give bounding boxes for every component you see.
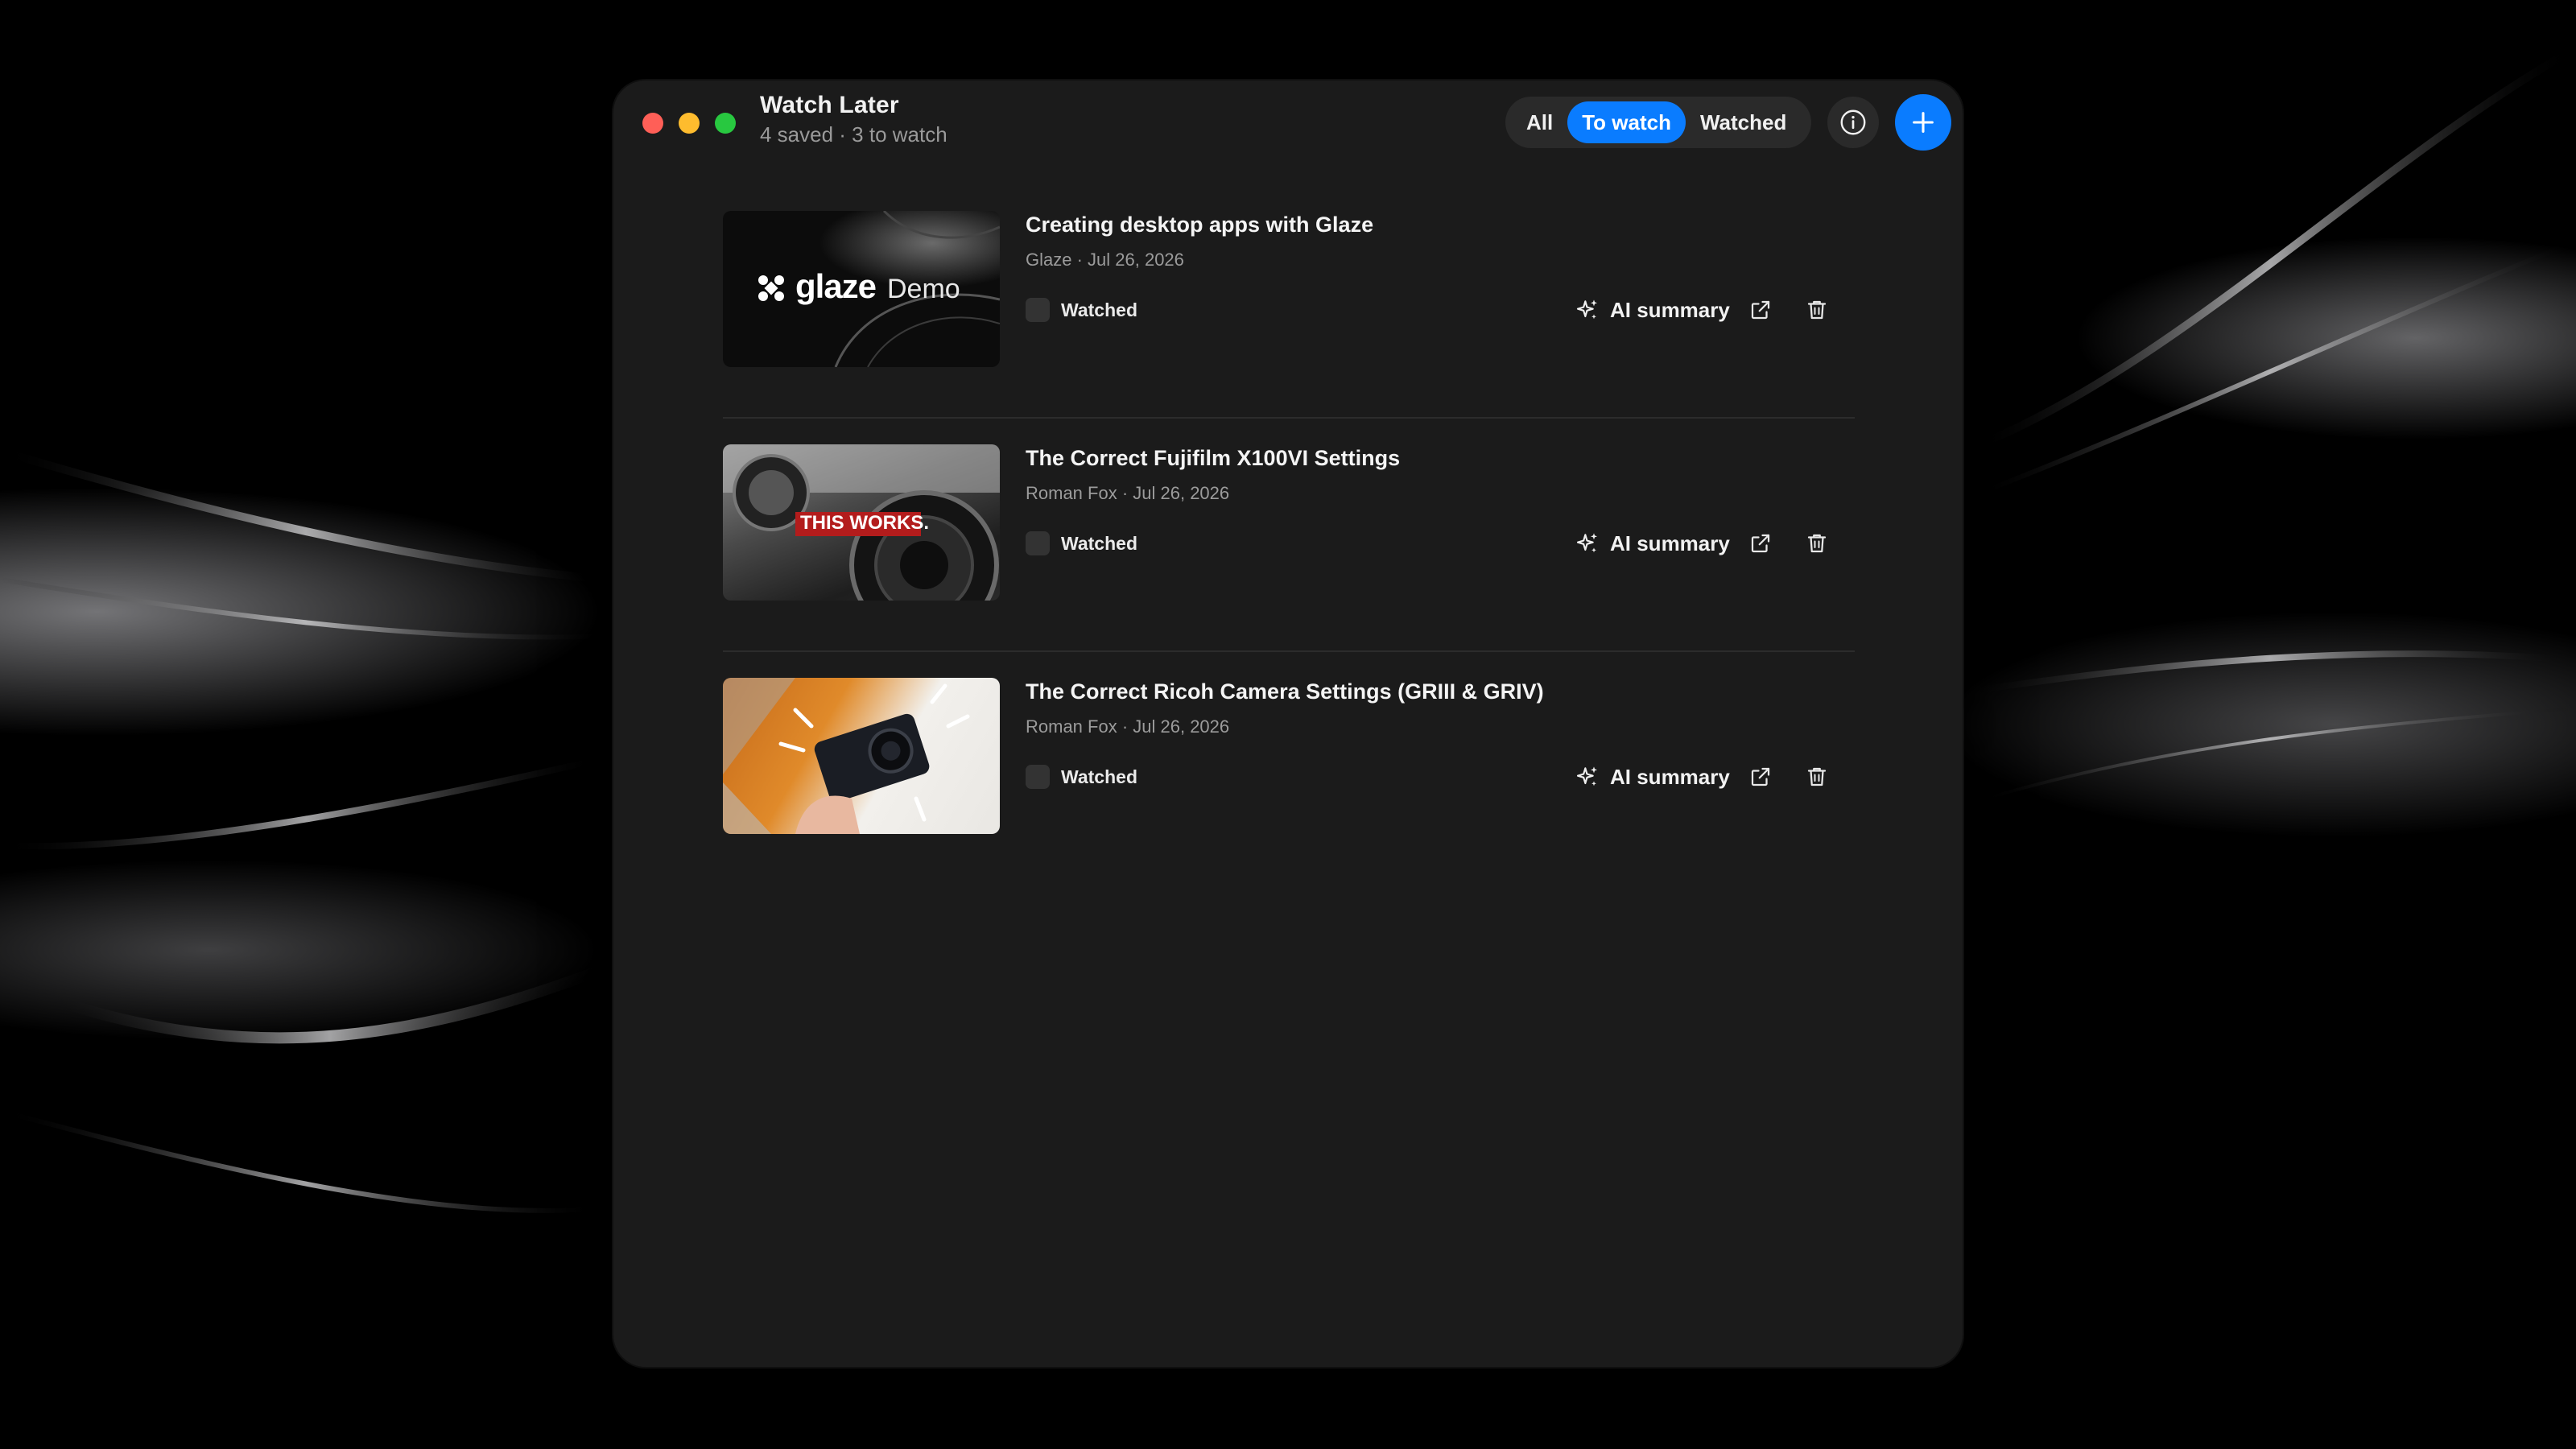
window-title: Watch Later [760,92,899,118]
thumbnail-brand: glaze [795,267,877,305]
video-title[interactable]: Creating desktop apps with Glaze [1026,213,1373,237]
delete-button[interactable] [1803,530,1831,557]
video-row: glaze Demo Creating desktop apps with Gl… [723,211,1855,419]
trash-icon [1807,534,1827,553]
video-thumbnail[interactable]: glaze Demo [723,211,1000,367]
filter-watched[interactable]: Watched [1686,101,1801,143]
external-link-icon [1751,300,1770,320]
info-button[interactable] [1827,97,1879,148]
delete-button[interactable] [1803,296,1831,324]
video-list: glaze Demo Creating desktop apps with Gl… [723,211,1855,886]
watched-label: Watched [1061,299,1137,320]
video-meta: Roman Fox · Jul 26, 2026 [1026,483,1230,503]
sparkles-icon [1576,766,1597,786]
watched-label: Watched [1061,766,1137,787]
window-subtitle: 4 saved · 3 to watch [760,122,947,147]
ai-summary-button[interactable]: AI summary [1575,526,1730,560]
video-title[interactable]: The Correct Ricoh Camera Settings (GRIII… [1026,679,1544,704]
watched-toggle[interactable]: Watched [1026,765,1137,789]
titlebar: Watch Later 4 saved · 3 to watch All To … [613,80,1963,161]
watched-toggle[interactable]: Watched [1026,298,1137,322]
video-meta: Roman Fox · Jul 26, 2026 [1026,716,1230,737]
thumbnail-caption: THIS WORKS. [800,512,929,534]
info-icon [1840,109,1866,135]
ai-summary-button[interactable]: AI summary [1575,760,1730,794]
watched-label: Watched [1061,532,1137,554]
ai-summary-label: AI summary [1610,530,1730,555]
thumbnail-art [723,678,970,834]
video-thumbnail[interactable]: THIS WORKS. [723,444,1000,601]
ai-summary-button[interactable]: AI summary [1575,293,1730,327]
video-row: The Correct Ricoh Camera Settings (GRIII… [723,678,1855,886]
video-meta: Glaze · Jul 26, 2026 [1026,250,1184,270]
watched-checkbox[interactable] [1026,765,1050,789]
delete-button[interactable] [1803,763,1831,791]
add-video-button[interactable] [1895,94,1951,151]
filter-segmented-control: All To watch Watched [1505,97,1811,148]
external-link-icon [1751,534,1770,553]
video-title[interactable]: The Correct Fujifilm X100VI Settings [1026,446,1400,471]
maximize-window-button[interactable] [715,113,736,134]
sparkles-icon [1576,299,1597,320]
watched-checkbox[interactable] [1026,531,1050,555]
trash-icon [1807,300,1827,320]
ai-summary-label: AI summary [1610,764,1730,789]
filter-to-watch[interactable]: To watch [1567,101,1686,143]
thumbnail-caption: Demo [887,274,960,304]
open-external-button[interactable] [1747,296,1774,324]
ai-summary-label: AI summary [1610,297,1730,322]
close-window-button[interactable] [642,113,663,134]
external-link-icon [1751,767,1770,786]
open-external-button[interactable] [1747,763,1774,791]
video-thumbnail[interactable] [723,678,1000,834]
open-external-button[interactable] [1747,530,1774,557]
watched-checkbox[interactable] [1026,298,1050,322]
watched-toggle[interactable]: Watched [1026,531,1137,555]
plus-icon [1913,112,1934,133]
filter-all[interactable]: All [1512,101,1567,143]
trash-icon [1807,767,1827,786]
sparkles-icon [1576,533,1597,553]
app-window: Watch Later 4 saved · 3 to watch All To … [613,80,1963,1367]
minimize-window-button[interactable] [679,113,700,134]
video-row: THIS WORKS. The Correct Fujifilm X100VI … [723,444,1855,652]
